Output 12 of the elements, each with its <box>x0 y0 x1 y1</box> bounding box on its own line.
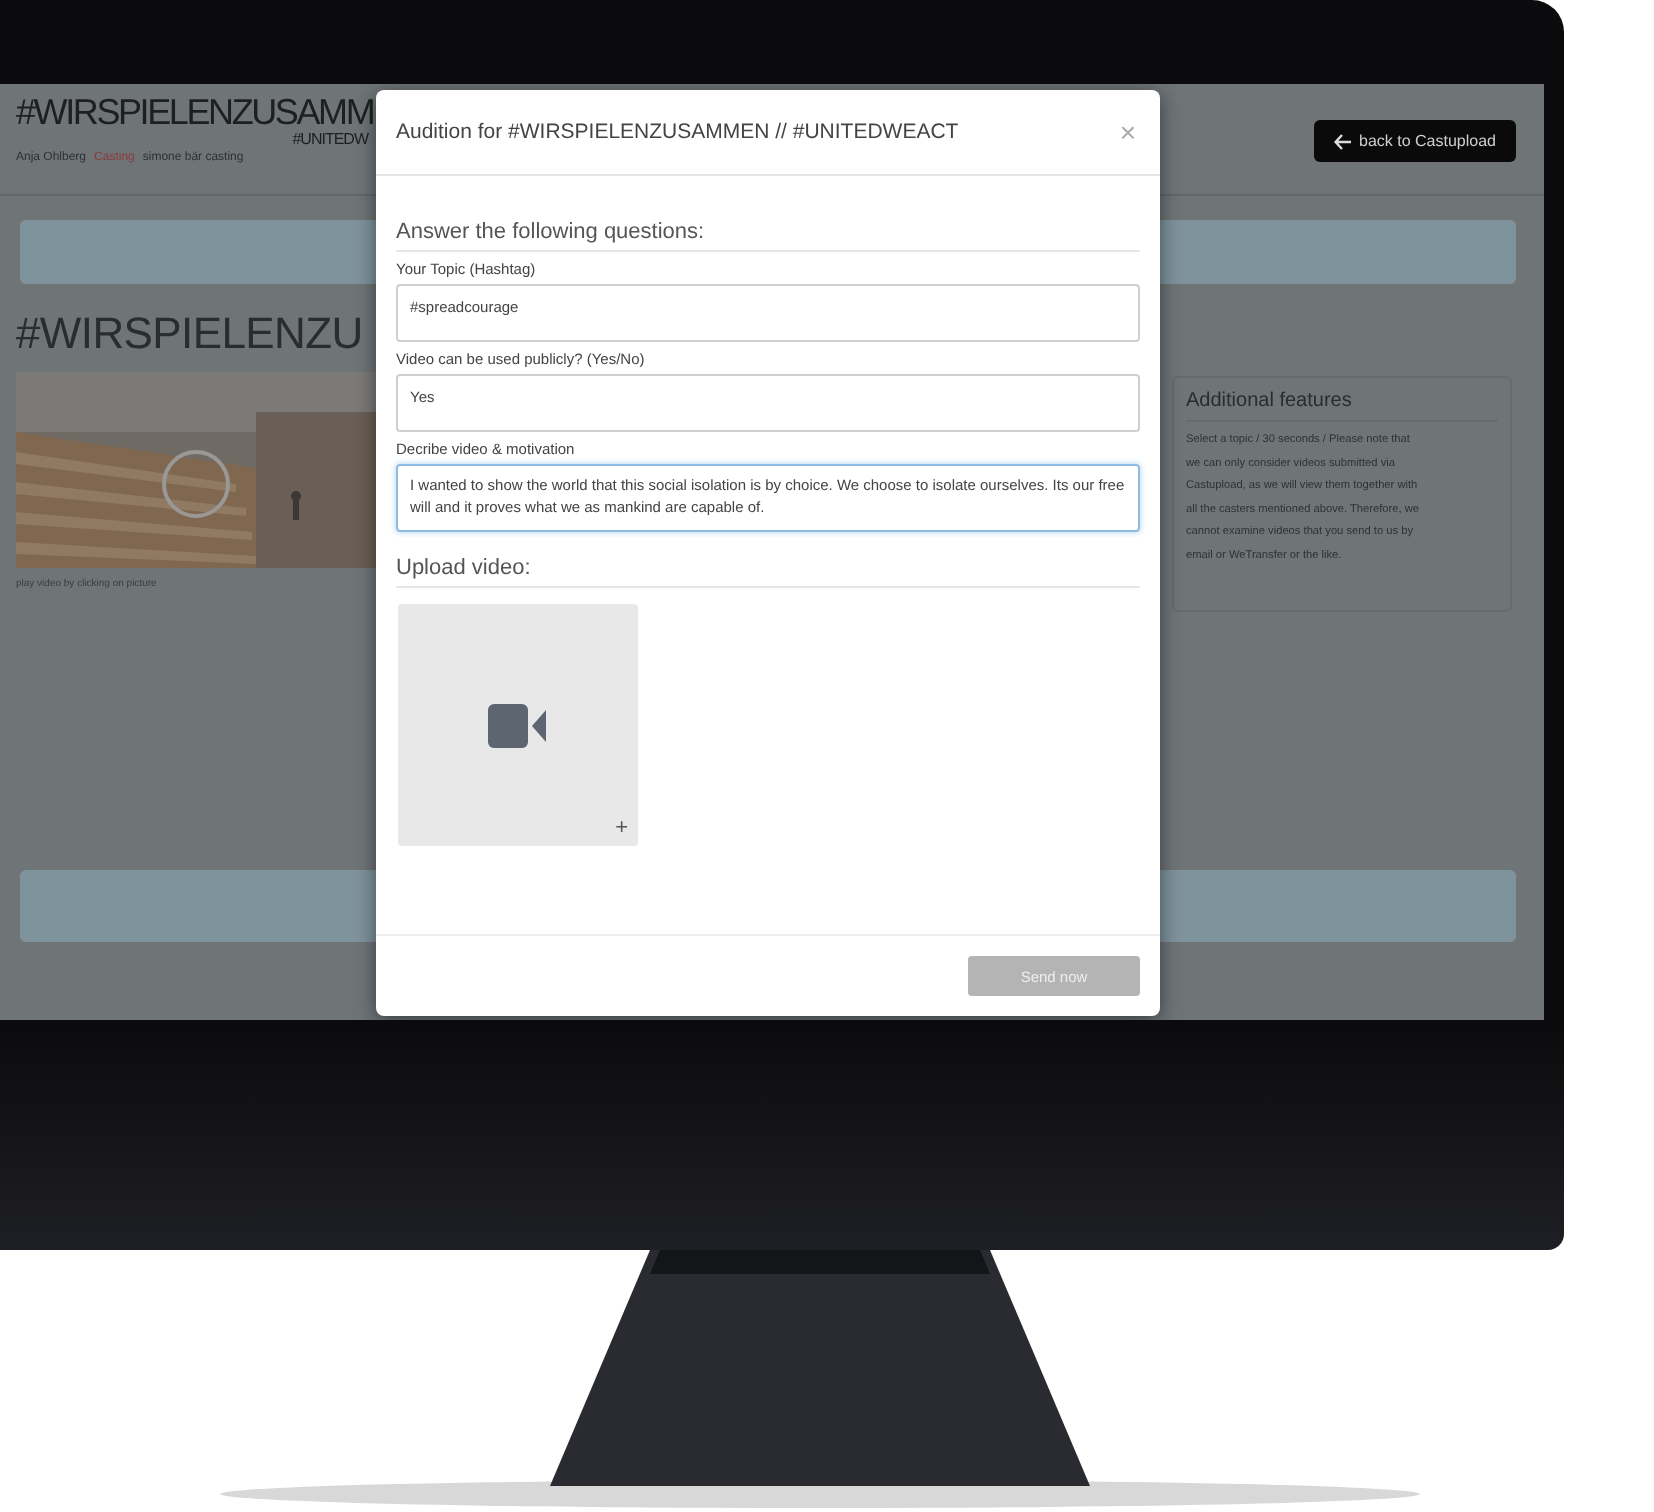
upload-tile[interactable]: + <box>398 604 638 846</box>
section-heading: Answer the following questions: <box>396 220 1140 252</box>
back-button[interactable]: back to Castupload <box>1313 120 1516 162</box>
features-title: Additional features <box>1186 390 1498 422</box>
add-icon: + <box>615 818 628 840</box>
page-heading: #WIRSPIELENZU <box>16 308 365 360</box>
video-camera-icon <box>488 703 548 747</box>
section-heading: Upload video: <box>396 556 1140 588</box>
dialog-title: Audition for #WIRSPIELENZUSAMMEN // #UNITEDWEACT <box>396 120 959 144</box>
arrow-left-icon <box>1333 133 1351 149</box>
site-subtitle: #UNITEDW <box>290 132 368 148</box>
site-title: #WIRSPIELENZUSAMM <box>16 92 372 132</box>
